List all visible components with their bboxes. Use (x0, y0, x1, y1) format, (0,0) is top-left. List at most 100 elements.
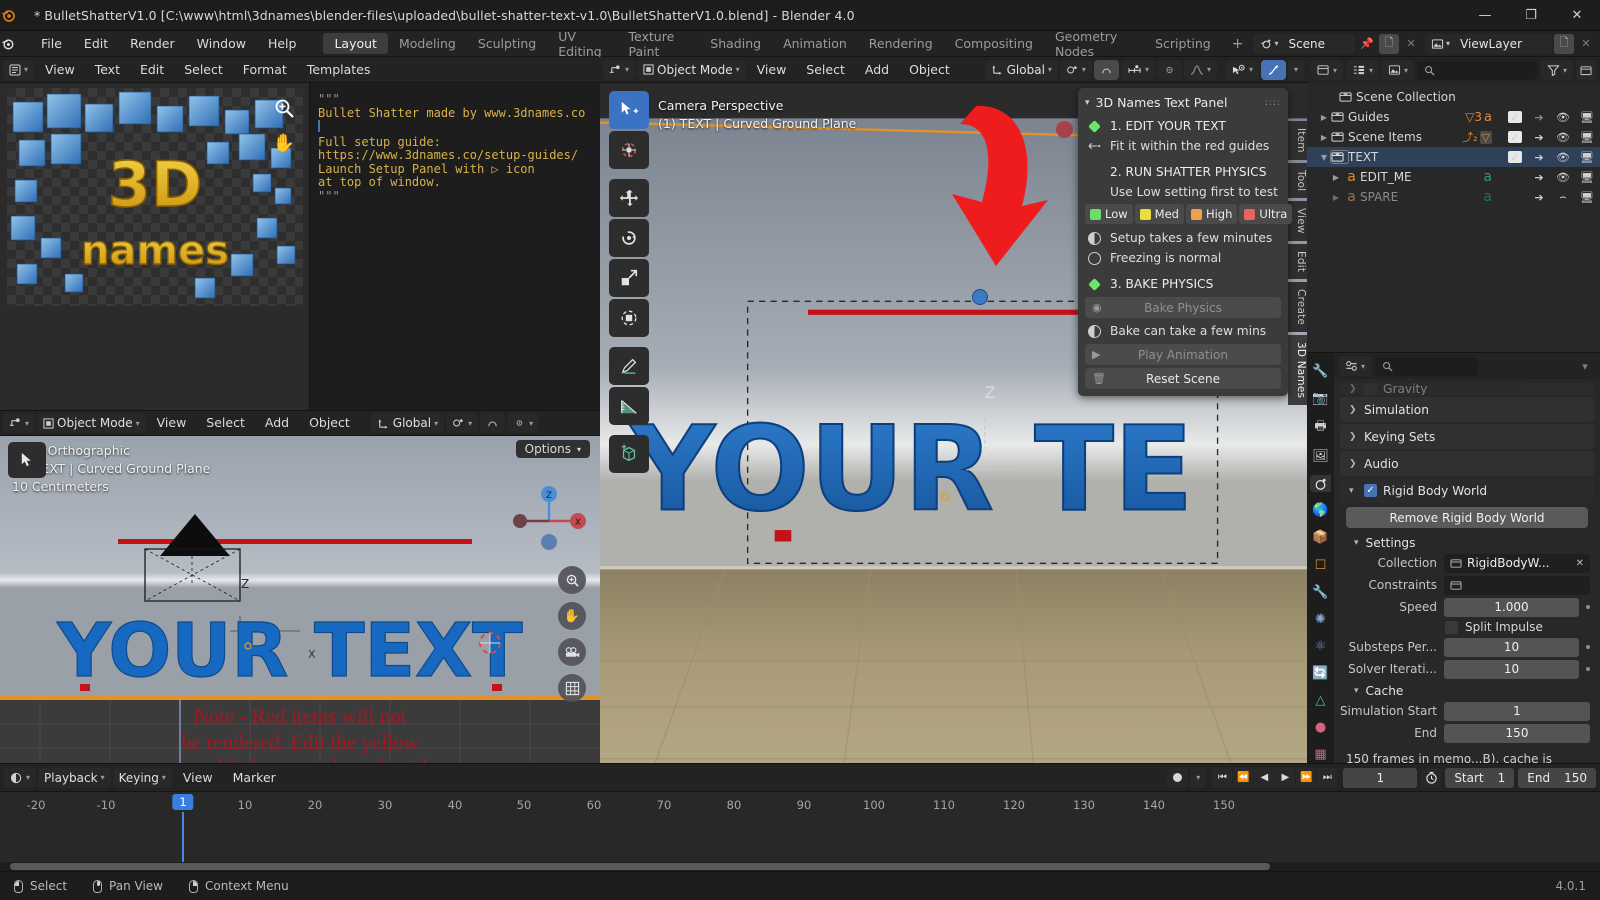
properties-editor-type-selector[interactable]: ▾ (1339, 356, 1372, 376)
side-tab-edit[interactable]: Edit (1288, 243, 1307, 279)
disclosure-triangle-icon[interactable]: ▶ (1329, 193, 1343, 202)
workspace-tab-animation[interactable]: Animation (772, 33, 858, 54)
play-reverse-button[interactable]: ◀ (1254, 767, 1275, 788)
timeline-scrollbar[interactable] (0, 862, 1600, 871)
end-frame-field[interactable]: End 150 (1518, 767, 1596, 788)
left-grid-gizmo-icon[interactable] (558, 674, 586, 702)
section-audio[interactable]: ❯ Audio (1340, 451, 1594, 476)
outliner-filter-icon-selector[interactable]: ▾ (1382, 60, 1415, 80)
menu-window[interactable]: Window (186, 31, 257, 57)
field-value-simulation-end[interactable]: 150 (1444, 723, 1590, 743)
text-menu-format[interactable]: Format (234, 57, 296, 83)
selectable-icon-guides[interactable]: ➔ (1532, 111, 1546, 124)
screen-icon-edit-me[interactable]: 🖥 (1580, 171, 1594, 184)
tab-object[interactable]: ☐ (1310, 556, 1331, 573)
tab-physics[interactable]: ⚛ (1310, 638, 1331, 655)
main-snap-target-selector[interactable]: ▾ (1120, 59, 1155, 80)
tab-modifiers[interactable]: 🔧 (1310, 584, 1331, 601)
scene-icon[interactable]: ▾ (1253, 38, 1282, 50)
unlink-scene-icon[interactable]: ✕ (1401, 34, 1421, 54)
text-menu-edit[interactable]: Edit (131, 57, 173, 83)
screen-icon-guides[interactable]: 🖥 (1580, 111, 1594, 124)
main-snap-toggle[interactable] (1093, 59, 1119, 80)
left-nav-gizmo[interactable]: Z X (508, 480, 590, 562)
main-pivot-selector[interactable]: ▾ (1059, 59, 1092, 80)
section-gravity[interactable]: ❯ Gravity (1340, 383, 1594, 395)
field-value-substeps[interactable]: 10 (1444, 637, 1579, 657)
main-proportional-edit-toggle[interactable] (1156, 59, 1182, 80)
bake-physics-button[interactable]: ◉ Bake Physics (1085, 297, 1281, 318)
field-value-solver[interactable]: 10 (1444, 659, 1579, 679)
checkbox-scene-items[interactable]: ✓ (1508, 131, 1522, 144)
tab-scene[interactable] (1310, 475, 1331, 493)
tab-output[interactable]: 🖶 (1310, 417, 1331, 438)
screen-icon-spare[interactable]: 🖥 (1580, 191, 1594, 204)
section-simulation[interactable]: ❯ Simulation (1340, 397, 1594, 422)
remove-viewlayer-icon[interactable]: ✕ (1576, 34, 1596, 54)
selectable-icon-text[interactable]: ➔ (1532, 151, 1546, 164)
tab-texture[interactable]: ▦ (1310, 746, 1331, 763)
cursor-tool-button[interactable] (609, 131, 649, 169)
split-impulse-checkbox[interactable] (1445, 620, 1458, 634)
checkbox-guides[interactable]: ✓ (1508, 111, 1522, 124)
main-falloff-selector[interactable]: ▾ (1183, 59, 1217, 80)
outliner-editor-type-selector[interactable]: ▾ (1311, 60, 1344, 80)
tab-view-layer[interactable]: 🖼 (1310, 448, 1331, 465)
eye-icon-guides[interactable]: 👁 (1556, 111, 1570, 124)
script-text-pane[interactable]: """ Bullet Shatter made by www.3dnames.c… (310, 83, 600, 410)
outliner-new-collection-icon[interactable] (1576, 60, 1596, 80)
timeline-editor-type-selector[interactable]: ▾ (4, 767, 37, 788)
next-keyframe-button[interactable]: ⏩ (1296, 767, 1317, 788)
timeline-menu-view[interactable]: View (174, 765, 222, 791)
main-orientation-selector[interactable]: Global ▾ (984, 59, 1058, 80)
remove-rigid-body-world-button[interactable]: Remove Rigid Body World (1346, 507, 1588, 528)
field-value-collection[interactable]: RigidBodyW... ✕ (1444, 553, 1590, 573)
eye-icon-edit-me[interactable]: 👁 (1556, 171, 1570, 184)
menu-render[interactable]: Render (119, 31, 186, 57)
left-camera-gizmo-icon[interactable] (558, 638, 586, 666)
subsection-settings[interactable]: ▾ Settings (1334, 532, 1600, 552)
properties-search-input[interactable] (1375, 356, 1479, 376)
left-menu-object[interactable]: Object (300, 410, 359, 436)
section-rigid-body-world[interactable]: ▾ ✓ Rigid Body World (1340, 478, 1594, 503)
outliner-row-scene-items[interactable]: ▶ Scene Items ⤴₂ ▽ ✓ ➔ 👁 🖥 (1307, 127, 1600, 147)
animate-dot-icon[interactable] (1586, 667, 1590, 671)
animate-dot-icon[interactable] (1586, 605, 1590, 609)
use-preview-range-icon[interactable] (1421, 767, 1442, 788)
tweak-tool-button[interactable] (609, 91, 649, 129)
field-value-speed[interactable]: 1.000 (1444, 597, 1579, 617)
left-menu-add[interactable]: Add (256, 410, 298, 436)
workspace-tab-shading[interactable]: Shading (699, 33, 772, 54)
playhead-frame-label[interactable]: 1 (172, 794, 194, 810)
nav-axis-minus-x[interactable] (1056, 121, 1073, 138)
workspace-tab-layout[interactable]: Layout (323, 33, 388, 54)
left-options-button[interactable]: Options ▾ (515, 440, 590, 458)
add-cube-tool-button[interactable] (609, 435, 649, 473)
eye-icon-scene-items[interactable]: 👁 (1556, 131, 1570, 144)
properties-options-icon[interactable]: ▾ (1575, 356, 1595, 376)
viewlayer-icon[interactable]: ▾ (1425, 38, 1454, 50)
menu-help[interactable]: Help (257, 31, 308, 57)
outliner-row-guides[interactable]: ▶ Guides ▽3 a ✓ ➔ 👁 🖥 (1307, 107, 1600, 127)
move-tool-button[interactable] (609, 179, 649, 217)
minimize-button[interactable]: — (1462, 0, 1508, 31)
left-3d-viewport[interactable]: Z X YOUR TEXT Front Orthographic (1) TEX… (0, 436, 600, 763)
transform-tool-button[interactable] (609, 299, 649, 337)
start-frame-field[interactable]: Start 1 (1445, 767, 1515, 788)
pan-hand-icon[interactable]: ✋ (273, 133, 295, 154)
disclosure-triangle-icon[interactable]: ▶ (1317, 133, 1331, 142)
panel-grip-icon[interactable]: :::: (1265, 98, 1281, 108)
tab-data[interactable]: △ (1310, 692, 1331, 709)
left-pan-gizmo-icon[interactable]: ✋ (558, 602, 586, 630)
left-pivot-selector[interactable]: ▾ (446, 413, 479, 433)
side-tab-item[interactable]: Item (1288, 121, 1307, 160)
checkbox-text[interactable]: ✓ (1508, 151, 1522, 164)
annotate-tool-button[interactable] (609, 347, 649, 385)
left-tweak-tool-icon[interactable] (8, 442, 46, 478)
side-tab-create[interactable]: Create (1288, 281, 1307, 332)
screen-icon-text[interactable]: 🖥 (1580, 151, 1594, 164)
new-scene-icon[interactable]: 🗋 (1379, 33, 1400, 54)
main-menu-add[interactable]: Add (856, 57, 898, 83)
menu-file[interactable]: File (30, 31, 73, 57)
main-mode-selector[interactable]: Object Mode ▾ (637, 59, 746, 80)
